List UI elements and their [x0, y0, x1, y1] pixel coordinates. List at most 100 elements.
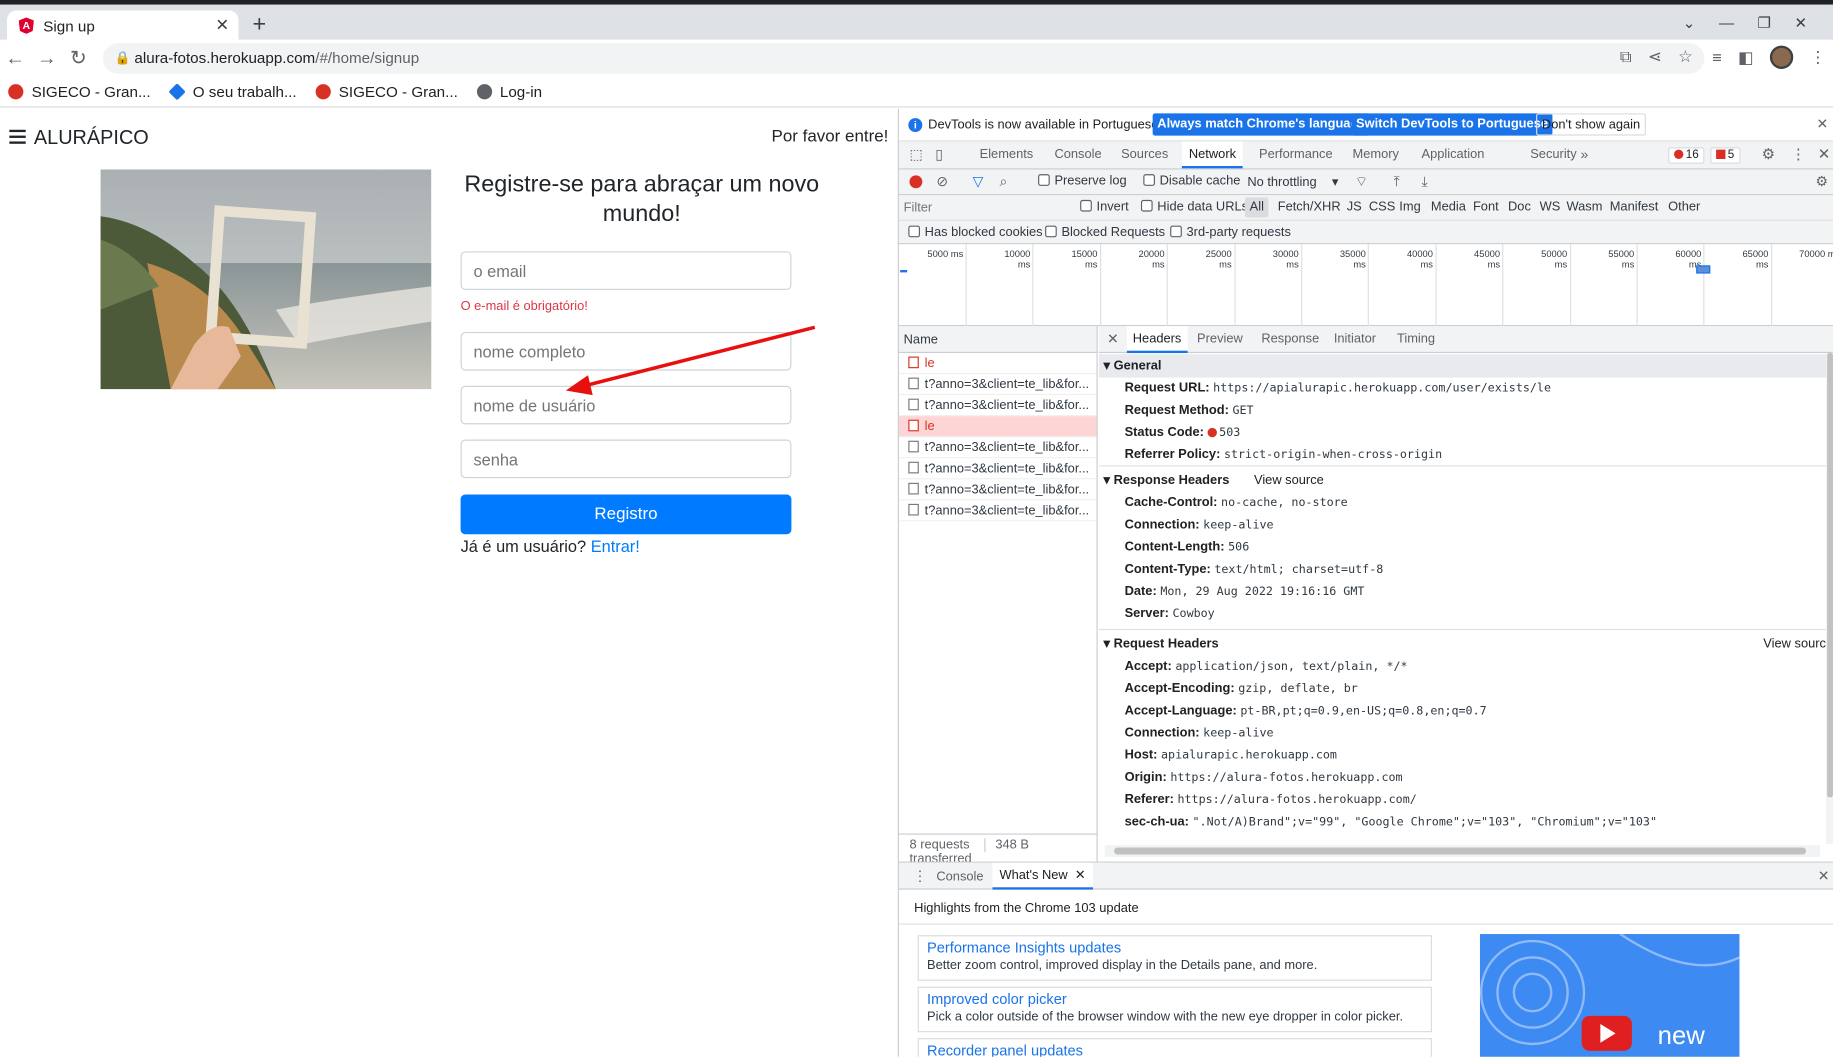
- whats-new-card[interactable]: Recorder panel updates: [917, 1038, 1433, 1057]
- address-bar[interactable]: 🔒 alura-fotos.herokuapp.com/#/home/signu…: [102, 43, 1705, 74]
- filter-type-other[interactable]: Other: [1668, 200, 1700, 214]
- name-column-header[interactable]: Name: [898, 326, 1097, 354]
- drawer-tab-whats-new[interactable]: What's New ✕: [992, 862, 1093, 890]
- side-panel-icon[interactable]: ◧: [1738, 47, 1753, 67]
- username-field[interactable]: [460, 385, 792, 425]
- export-har-icon[interactable]: ⤓: [1422, 173, 1428, 191]
- request-row[interactable]: le: [898, 416, 1097, 438]
- login-link[interactable]: Entrar!: [591, 537, 640, 556]
- network-conditions-icon[interactable]: ⌔: [1355, 173, 1368, 191]
- import-har-icon[interactable]: ⤒: [1393, 173, 1399, 191]
- filter-type-all[interactable]: All: [1244, 197, 1269, 218]
- new-tab-icon[interactable]: +: [253, 13, 267, 36]
- card-title[interactable]: Recorder panel updates: [927, 1043, 1423, 1057]
- register-button[interactable]: Registro: [460, 494, 792, 535]
- filter-type-wasm[interactable]: Wasm: [1566, 200, 1602, 214]
- blocked-cookies-checkbox[interactable]: Has blocked cookies: [908, 225, 1043, 240]
- bookmark-item[interactable]: Log-in: [468, 83, 550, 101]
- request-row[interactable]: t?anno=3&client=te_lib&for...: [898, 395, 1097, 417]
- tab-security[interactable]: Security: [1527, 141, 1580, 168]
- tab-application[interactable]: Application: [1418, 141, 1488, 168]
- drawer-tab-console[interactable]: Console: [936, 870, 983, 884]
- whats-new-video-thumbnail[interactable]: new: [1479, 934, 1740, 1057]
- scroll-thumb[interactable]: [1114, 847, 1807, 855]
- details-horizontal-scrollbar[interactable]: [1104, 845, 1821, 857]
- inspect-element-icon[interactable]: ⬚: [909, 146, 922, 162]
- disable-cache-checkbox[interactable]: Disable cache: [1143, 174, 1240, 188]
- always-match-language-button[interactable]: Always match Chrome's language: [1152, 113, 1371, 136]
- brand-logo[interactable]: ALURÁPICO: [34, 126, 149, 149]
- scroll-thumb[interactable]: [1827, 353, 1833, 798]
- filter-type-fetch-xhr[interactable]: Fetch/XHR: [1278, 200, 1341, 214]
- request-row[interactable]: t?anno=3&client=te_lib&for...: [898, 500, 1097, 522]
- tab-preview[interactable]: Preview: [1192, 326, 1247, 353]
- close-devtools-icon[interactable]: ✕: [1818, 145, 1831, 164]
- settings-gear-icon[interactable]: ⚙: [1762, 145, 1776, 164]
- request-view-source-link[interactable]: View sourc: [1763, 632, 1826, 655]
- drawer-menu-icon[interactable]: ⋮: [913, 867, 927, 883]
- filter-type-ws[interactable]: WS: [1540, 200, 1561, 214]
- issue-count-badge[interactable]: 5: [1710, 147, 1741, 164]
- request-row[interactable]: t?anno=3&client=te_lib&for...: [898, 374, 1097, 396]
- card-title[interactable]: Performance Insights updates: [927, 940, 1423, 956]
- translate-icon[interactable]: ⧉: [1620, 47, 1632, 67]
- menu-icon[interactable]: ⋮: [1810, 47, 1826, 67]
- tab-timing[interactable]: Timing: [1392, 326, 1439, 353]
- filter-type-css[interactable]: CSS: [1369, 200, 1395, 214]
- filter-type-font[interactable]: Font: [1473, 200, 1499, 214]
- device-toolbar-icon[interactable]: ▯: [935, 146, 943, 162]
- forward-icon[interactable]: →: [35, 47, 58, 70]
- error-count-badge[interactable]: 16: [1668, 147, 1705, 164]
- blocked-requests-checkbox[interactable]: Blocked Requests: [1045, 225, 1165, 240]
- close-details-icon[interactable]: ✕: [1107, 331, 1119, 347]
- response-headers-header[interactable]: ▾ Response Headers View source: [1099, 469, 1826, 492]
- hamburger-menu-icon[interactable]: [9, 129, 26, 144]
- search-icon[interactable]: ⌕: [999, 173, 1007, 191]
- dont-show-again-button[interactable]: Don't show again: [1536, 113, 1647, 136]
- filter-type-manifest[interactable]: Manifest: [1610, 200, 1659, 214]
- tab-response[interactable]: Response: [1257, 326, 1324, 353]
- password-field[interactable]: [460, 439, 792, 479]
- filter-input[interactable]: [903, 198, 1068, 218]
- filter-funnel-icon[interactable]: ▽: [973, 173, 984, 189]
- hide-data-urls-checkbox[interactable]: Hide data URLs: [1140, 199, 1248, 214]
- close-infobar-icon[interactable]: ✕: [1817, 116, 1829, 132]
- close-tab-icon[interactable]: ✕: [215, 15, 229, 35]
- close-drawer-icon[interactable]: ✕: [1818, 867, 1830, 883]
- reading-list-icon[interactable]: ≡: [1712, 48, 1722, 67]
- fullname-field[interactable]: [460, 331, 792, 371]
- whats-new-card[interactable]: Performance Insights updates Better zoom…: [917, 935, 1433, 981]
- tab-sources[interactable]: Sources: [1118, 141, 1172, 168]
- tab-headers[interactable]: Headers: [1126, 326, 1188, 354]
- tab-performance[interactable]: Performance: [1256, 141, 1337, 168]
- third-party-checkbox[interactable]: 3rd-party requests: [1170, 225, 1291, 240]
- reload-icon[interactable]: ↻: [67, 47, 90, 70]
- email-field[interactable]: [460, 251, 792, 290]
- general-section-header[interactable]: ▾ General: [1098, 354, 1826, 378]
- tab-console[interactable]: Console: [1051, 141, 1105, 168]
- filter-type-doc[interactable]: Doc: [1508, 200, 1531, 214]
- tab-elements[interactable]: Elements: [976, 141, 1037, 168]
- close-whats-new-icon[interactable]: ✕: [1075, 869, 1086, 883]
- tab-memory[interactable]: Memory: [1349, 141, 1402, 168]
- tab-network[interactable]: Network: [1181, 141, 1244, 169]
- minimize-icon[interactable]: —: [1719, 14, 1734, 37]
- request-row[interactable]: le: [898, 353, 1097, 375]
- switch-to-portuguese-button[interactable]: Switch DevTools to Portuguese: [1351, 113, 1553, 136]
- preserve-log-checkbox[interactable]: Preserve log: [1038, 174, 1127, 188]
- request-row[interactable]: t?anno=3&client=te_lib&for...: [898, 437, 1097, 459]
- filter-type-js[interactable]: JS: [1347, 200, 1362, 214]
- filter-type-media[interactable]: Media: [1431, 200, 1466, 214]
- bookmark-item[interactable]: O seu trabalh...: [161, 83, 305, 101]
- profile-avatar[interactable]: [1769, 45, 1794, 69]
- share-icon[interactable]: ⋖: [1648, 47, 1662, 67]
- devtools-menu-icon[interactable]: ⋮: [1791, 145, 1806, 164]
- bookmark-item[interactable]: SIGECO - Gran...: [0, 83, 159, 101]
- tab-search-icon[interactable]: ⌄: [1683, 14, 1696, 37]
- bookmark-item[interactable]: SIGECO - Gran...: [307, 83, 466, 101]
- details-vertical-scrollbar[interactable]: [1825, 353, 1833, 845]
- request-row[interactable]: t?anno=3&client=te_lib&for...: [898, 458, 1097, 480]
- close-window-icon[interactable]: ✕: [1795, 14, 1808, 37]
- back-icon[interactable]: ←: [4, 47, 27, 70]
- whats-new-card[interactable]: Improved color picker Pick a color outsi…: [917, 986, 1433, 1033]
